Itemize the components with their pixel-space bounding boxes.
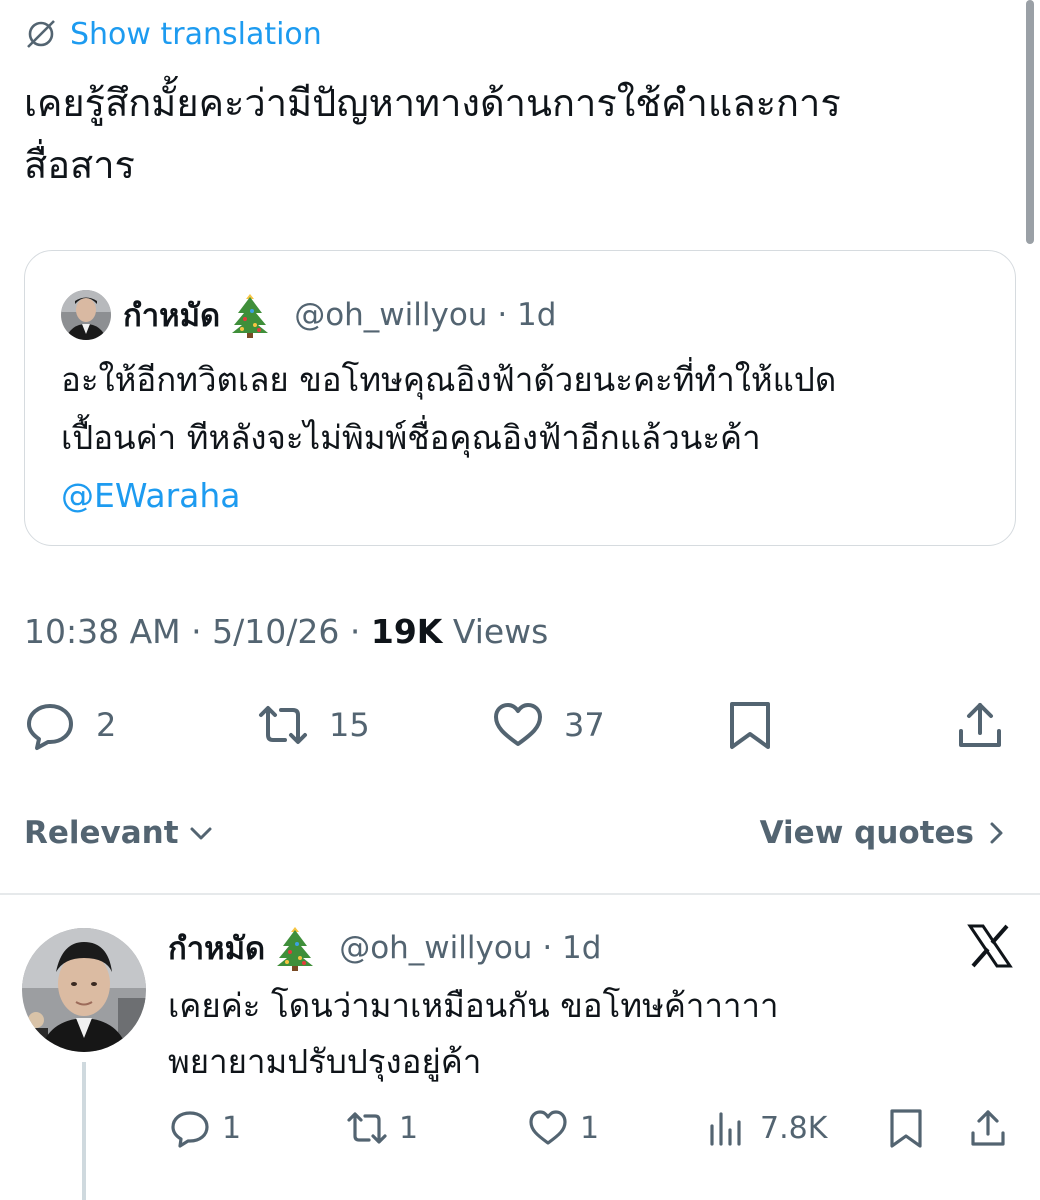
reply-text: เคยค่ะ โดนว่ามาเหมือนกัน ขอโทษค้าาาาา พย… [168,978,968,1090]
sort-replies-dropdown[interactable]: Relevant [24,810,215,856]
bookmark-icon [730,702,770,749]
reply-retweet-count: 1 [399,1110,419,1146]
show-translation-label: Show translation [70,16,322,52]
quoted-text-line: อะให้อีกทวิตเลย ขอโทษคุณอิงฟ้าด้วยนะคะที… [61,360,837,399]
tweet-date: 5/10/26 [212,612,340,651]
heart-icon [529,1110,567,1145]
retweet-count: 15 [329,706,370,744]
quoted-tweet-text: อะให้อีกทวิตเลย ขอโทษคุณอิงฟ้าด้วยนะคะที… [61,351,1001,525]
quoted-handle[interactable]: @oh_willyou [294,297,487,333]
reply-header: กำหมัด @oh_willyou · 1d [168,922,601,974]
like-count: 37 [564,706,605,744]
like-button[interactable]: 37 [490,690,605,760]
share-icon [971,1110,1005,1146]
bookmark-button[interactable] [722,690,796,760]
reply-reply-button[interactable]: 1 [168,1100,241,1156]
show-translation-link[interactable]: Show translation [24,14,322,54]
bookmark-icon [890,1109,922,1148]
quoted-tweet-card[interactable]: กำหมัด @oh_willyou · 1d อะให้อีกทวิตเลย … [24,250,1016,546]
reply-count: 2 [96,706,117,744]
christmas-tree-icon [228,291,272,339]
reply-views-count: 7.8K [760,1110,828,1146]
separator-dot: · [191,612,202,651]
tweet-metadata: 10:38 AM · 5/10/26 · 19K Views [24,612,548,651]
analytics-icon [710,1112,741,1146]
quoted-age: 1d [517,297,557,333]
quoted-text-line: เปื้อนค่า ทีหลังจะไม่พิมพ์ชื่อคุณอิงฟ้าอ… [61,418,761,457]
scrollbar[interactable] [1026,0,1034,244]
quoted-display-name[interactable]: กำหมัด [123,290,220,340]
reply-views-button[interactable]: 7.8K [706,1100,827,1156]
separator-dot: · [532,930,562,966]
reply-action-bar: 1 1 1 7.8K [0,1100,1040,1156]
separator-dot: · [487,297,517,333]
globe-icon [24,17,58,51]
mention-link[interactable]: @EWaraha [61,467,1001,525]
reply-like-count: 1 [580,1110,600,1146]
reply-icon [171,1111,209,1148]
x-logo-icon[interactable] [966,922,1014,970]
quoted-tweet-header: กำหมัด @oh_willyou · 1d [61,287,556,343]
view-quotes-label: View quotes [759,815,974,851]
divider [0,893,1040,895]
christmas-tree-icon [273,924,317,972]
reply-age: 1d [562,930,602,966]
views-count: 19K [370,612,443,651]
separator-dot-text: · [542,930,553,966]
reply-reply-count: 1 [222,1110,242,1146]
reply-icon [27,704,73,750]
reply-like-button[interactable]: 1 [526,1100,599,1156]
reply-share-button[interactable] [966,1100,1020,1156]
separator-dot: · [349,612,361,651]
reply-retweet-button[interactable]: 1 [345,1100,418,1156]
views-label: Views [452,612,549,651]
reply-handle[interactable]: @oh_willyou [339,930,532,966]
tweet-action-bar: 2 15 37 [0,690,1040,760]
heart-icon [494,703,542,746]
reply-text-line: เคยค่ะ โดนว่ามาเหมือนกัน ขอโทษค้าาาาา [168,986,779,1025]
share-icon [959,703,1001,747]
reply-avatar[interactable] [22,928,146,1052]
share-button[interactable] [952,690,1026,760]
tweet-text-line: สื่อสาร [24,143,135,187]
reply-button[interactable]: 2 [22,690,116,760]
chevron-right-icon [990,822,1003,844]
separator-dot-text: · [497,297,508,333]
tweet-text: เคยรู้สึกมั้ยคะว่ามีปัญหาทางด้านการใช้คำ… [24,72,984,196]
retweet-button[interactable]: 15 [255,690,370,760]
tweet-time: 10:38 AM [24,612,181,651]
reply-text-line: พยายามปรับปรุงอยู่ค้า [168,1042,482,1081]
view-quotes-link[interactable]: View quotes [760,810,1010,856]
reply-display-name[interactable]: กำหมัด [168,923,265,973]
reply-bookmark-button[interactable] [884,1100,938,1156]
sort-label: Relevant [24,815,179,851]
retweet-icon [259,706,307,744]
retweet-icon [347,1112,387,1144]
quoted-avatar[interactable] [61,290,111,340]
chevron-down-icon [190,827,212,840]
tweet-text-line: เคยรู้สึกมั้ยคะว่ามีปัญหาทางด้านการใช้คำ… [24,81,841,125]
